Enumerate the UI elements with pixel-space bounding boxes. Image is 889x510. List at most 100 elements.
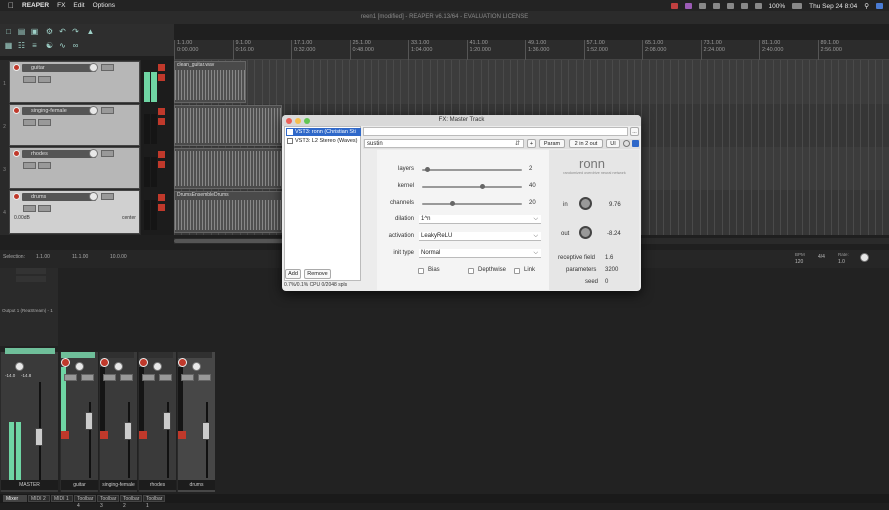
control-center-icon[interactable] (876, 3, 883, 9)
track-name[interactable]: guitar (22, 64, 96, 72)
track-name[interactable]: drums (22, 193, 96, 201)
depthwise-checkbox[interactable] (468, 268, 474, 274)
strip-route-button[interactable] (142, 374, 155, 381)
track-guitar[interactable]: guitar (9, 61, 140, 103)
record-status-icon[interactable] (158, 151, 165, 158)
rate-value[interactable]: 1.0 (838, 259, 845, 265)
param-slider-layers[interactable] (422, 169, 522, 171)
mute-button[interactable] (101, 150, 114, 157)
strip-record-icon[interactable] (139, 358, 148, 367)
strip-fader[interactable] (163, 412, 171, 430)
time-signature[interactable]: 4/4 (818, 254, 825, 260)
menu-app[interactable]: REAPER (22, 2, 49, 9)
volume-knob[interactable] (89, 63, 98, 72)
io-button[interactable]: 2 in 2 out (569, 139, 603, 148)
track-rhodes[interactable]: rhodes (9, 147, 140, 189)
tab-midi-2[interactable]: MIDI 2 (28, 495, 50, 502)
mute-status-icon[interactable] (158, 204, 165, 211)
status-icon-2[interactable] (684, 3, 692, 9)
media-item[interactable] (174, 148, 282, 189)
strip-fader[interactable] (85, 412, 93, 430)
mixer-list-row[interactable] (16, 268, 46, 274)
tab-toolbar-2[interactable]: Toolbar 2 (120, 495, 142, 509)
io-button[interactable] (38, 162, 51, 169)
save-icon[interactable]: ▣ (30, 27, 39, 36)
ruler-mark[interactable]: 49.1.00 1:36.000 (525, 40, 549, 60)
open-project-icon[interactable]: ▤ (17, 27, 26, 36)
ruler-mark[interactable]: 41.1.00 1:20.000 (466, 40, 491, 60)
fx-enable-checkbox[interactable] (287, 138, 293, 144)
track-name[interactable]: singing-female (22, 107, 96, 115)
mute-status-icon[interactable] (158, 161, 165, 168)
ruler-mark[interactable]: 81.1.00 2:40.000 (759, 40, 783, 60)
ruler-mark[interactable]: 33.1.00 1:04.000 (408, 40, 432, 60)
volume-knob[interactable] (89, 149, 98, 158)
preset-add-button[interactable]: + (527, 139, 536, 148)
settings-icon[interactable]: ⚙ (45, 27, 54, 36)
param-slider-knob[interactable] (450, 201, 455, 206)
mixer-strip-guitar[interactable]: guitar (60, 352, 98, 492)
timeline-ruler[interactable]: 1.1.00 0:00.000 9.1.00 0:16.00 17.1.00 0:32.0… (174, 40, 889, 60)
fx-button[interactable] (23, 76, 36, 83)
mixer-list-row[interactable] (16, 276, 46, 282)
apple-icon[interactable]:  (8, 1, 14, 10)
battery-icon[interactable] (792, 3, 803, 9)
record-arm-icon[interactable] (13, 107, 20, 114)
snap-icon[interactable]: ☷ (17, 41, 26, 50)
status-icon-1[interactable] (670, 3, 678, 9)
mixer-strip-rhodes[interactable]: rhodes (138, 352, 176, 492)
ruler-mark[interactable]: 65.1.00 2:08.000 (642, 40, 666, 60)
strip-mute-icon[interactable] (178, 431, 186, 439)
io-button[interactable] (38, 205, 51, 212)
record-arm-icon[interactable] (13, 193, 20, 200)
strip-volume-knob[interactable] (192, 362, 201, 371)
strip-route-button[interactable] (103, 374, 116, 381)
tab-toolbar-1[interactable]: Toolbar 1 (143, 495, 165, 509)
tab-toolbar-3[interactable]: Toolbar 3 (97, 495, 119, 509)
bpm-value[interactable]: 120 (795, 259, 803, 265)
minimize-icon[interactable] (295, 118, 301, 124)
ruler-mark[interactable]: 89.1.00 2:56.000 (817, 40, 842, 60)
strip-fx-button[interactable] (159, 374, 172, 381)
mute-button[interactable] (101, 193, 114, 200)
fx-item-l2[interactable]: VST3: L2 Stereo (Waves) (286, 137, 361, 145)
help-icon[interactable] (623, 140, 630, 147)
param-slider-knob[interactable] (425, 167, 430, 172)
media-item[interactable]: clean_guitar.wav (174, 61, 246, 103)
mixer-strip-singing-female[interactable]: singing-female (99, 352, 137, 492)
strip-mute-icon[interactable] (139, 431, 147, 439)
strip-fx-button[interactable] (120, 374, 133, 381)
selection-end[interactable]: 11.1.00 (72, 254, 88, 260)
master-fader[interactable] (35, 428, 43, 446)
tab-mixer[interactable]: Mixer (3, 495, 27, 502)
master-volume-knob[interactable] (15, 362, 24, 371)
wifi-icon[interactable] (754, 3, 762, 9)
strip-record-icon[interactable] (100, 358, 109, 367)
marker-icon[interactable]: ∞ (71, 41, 80, 50)
ruler-mark[interactable]: 25.1.00 0:48.000 (349, 40, 374, 60)
menu-options[interactable]: Options (93, 2, 115, 9)
fx-window-titlebar[interactable]: FX: Master Track (282, 115, 641, 126)
close-icon[interactable] (286, 118, 292, 124)
mute-button[interactable] (101, 64, 114, 71)
track-drums[interactable]: drums 0.00dB center (9, 190, 140, 234)
io-button[interactable] (38, 119, 51, 126)
record-status-icon[interactable] (158, 194, 165, 201)
strip-volume-knob[interactable] (114, 362, 123, 371)
strip-route-button[interactable] (181, 374, 194, 381)
clock[interactable]: Thu Sep 24 8:04 (809, 3, 857, 10)
tab-toolbar-4[interactable]: Toolbar 4 (74, 495, 96, 509)
bias-checkbox[interactable] (418, 268, 424, 274)
fx-button[interactable] (23, 119, 36, 126)
track-singing-female[interactable]: singing-female (9, 104, 140, 146)
io-button[interactable] (38, 76, 51, 83)
input-gain-knob[interactable] (579, 197, 592, 210)
ruler-mark[interactable]: 17.1.00 0:32.000 (291, 40, 315, 60)
param-slider-channels[interactable] (422, 203, 522, 205)
mute-status-icon[interactable] (158, 74, 165, 81)
record-status-icon[interactable] (158, 108, 165, 115)
fx-item-ronn[interactable]: VST3: ronn (Christian Sti (286, 128, 361, 136)
output-gain-knob[interactable] (579, 226, 592, 239)
link-checkbox[interactable] (514, 268, 520, 274)
ripple-icon[interactable]: ≡ (30, 41, 39, 50)
